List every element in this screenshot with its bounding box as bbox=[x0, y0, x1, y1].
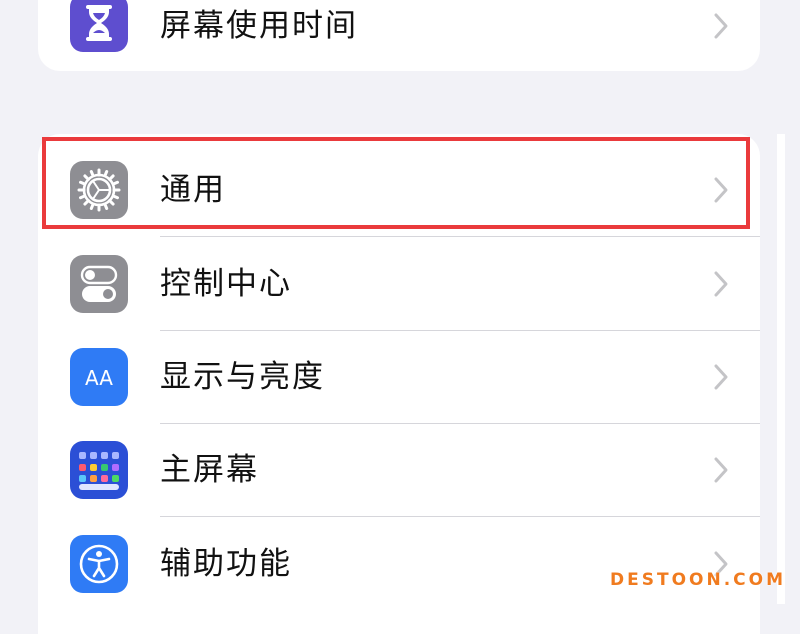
settings-group-main: 通用 控制中心 AA 显示与亮度 主屏幕 辅助功能 bbox=[38, 134, 760, 634]
scrollbar-track[interactable] bbox=[777, 134, 785, 604]
chevron-right-icon bbox=[714, 364, 728, 390]
home-screen-grid-icon bbox=[70, 441, 128, 499]
row-separator bbox=[160, 236, 760, 237]
hourglass-icon bbox=[70, 0, 128, 52]
toggles-icon bbox=[70, 255, 128, 313]
chevron-right-icon bbox=[714, 13, 728, 39]
settings-row-general[interactable]: 通用 bbox=[38, 144, 760, 237]
settings-row-label: 辅助功能 bbox=[160, 546, 292, 582]
settings-row-label: 通用 bbox=[160, 172, 226, 208]
gear-icon bbox=[70, 161, 128, 219]
settings-row-screen-time[interactable]: 屏幕使用时间 bbox=[38, 0, 760, 71]
watermark-logo-text: DESTOON.COM bbox=[610, 570, 786, 590]
settings-group-top: 屏幕使用时间 bbox=[38, 0, 760, 71]
settings-row-control-center[interactable]: 控制中心 bbox=[38, 238, 760, 331]
row-separator bbox=[160, 516, 760, 517]
settings-row-label: 控制中心 bbox=[160, 266, 292, 302]
text-size-icon: AA bbox=[70, 348, 128, 406]
chevron-right-icon bbox=[714, 177, 728, 203]
settings-row-display-brightness[interactable]: AA 显示与亮度 bbox=[38, 331, 760, 424]
settings-row-label: 屏幕使用时间 bbox=[160, 8, 358, 44]
settings-row-home-screen[interactable]: 主屏幕 bbox=[38, 424, 760, 517]
settings-row-label: 主屏幕 bbox=[160, 452, 259, 488]
chevron-right-icon bbox=[714, 271, 728, 297]
settings-row-label: 显示与亮度 bbox=[160, 359, 325, 395]
accessibility-icon bbox=[70, 535, 128, 593]
text-size-glyph: AA bbox=[85, 366, 113, 390]
chevron-right-icon bbox=[714, 457, 728, 483]
settings-row-accessibility[interactable]: 辅助功能 bbox=[38, 518, 760, 611]
